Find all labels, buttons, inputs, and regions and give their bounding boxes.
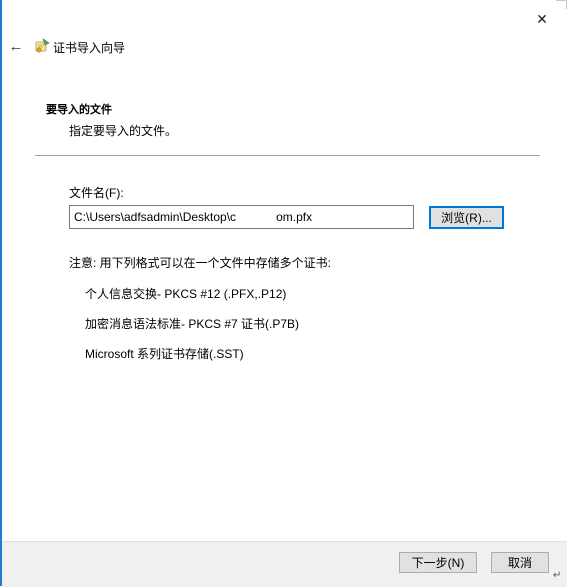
format-item-sst: Microsoft 系列证书存储(.SST) <box>85 347 244 361</box>
back-arrow-icon: ← <box>8 37 24 55</box>
certificate-wizard-icon <box>35 38 50 53</box>
back-button[interactable]: ← <box>8 37 24 55</box>
note-text: 注意: 用下列格式可以在一个文件中存储多个证书: <box>69 256 332 270</box>
footer-bar: 下一步(N) 取消 ↵ <box>2 541 567 587</box>
close-icon: ✕ <box>536 10 548 27</box>
file-name-label: 文件名(F): <box>69 186 124 200</box>
header-divider <box>35 155 540 156</box>
window-corner <box>556 0 567 9</box>
next-button[interactable]: 下一步(N) <box>399 552 477 573</box>
wizard-title: 证书导入向导 <box>53 41 126 55</box>
return-glyph: ↵ <box>553 570 562 581</box>
section-heading: 要导入的文件 <box>46 104 112 116</box>
format-item-pkcs7: 加密消息语法标准- PKCS #7 证书(.P7B) <box>85 317 300 331</box>
format-item-pkcs12: 个人信息交换- PKCS #12 (.PFX,.P12) <box>85 287 287 301</box>
window-left-edge <box>0 0 2 586</box>
section-description: 指定要导入的文件。 <box>69 124 178 138</box>
browse-button[interactable]: 浏览(R)... <box>429 206 504 229</box>
close-button[interactable]: ✕ <box>530 9 554 29</box>
cancel-button[interactable]: 取消 <box>491 552 549 573</box>
file-name-input[interactable] <box>69 205 414 229</box>
